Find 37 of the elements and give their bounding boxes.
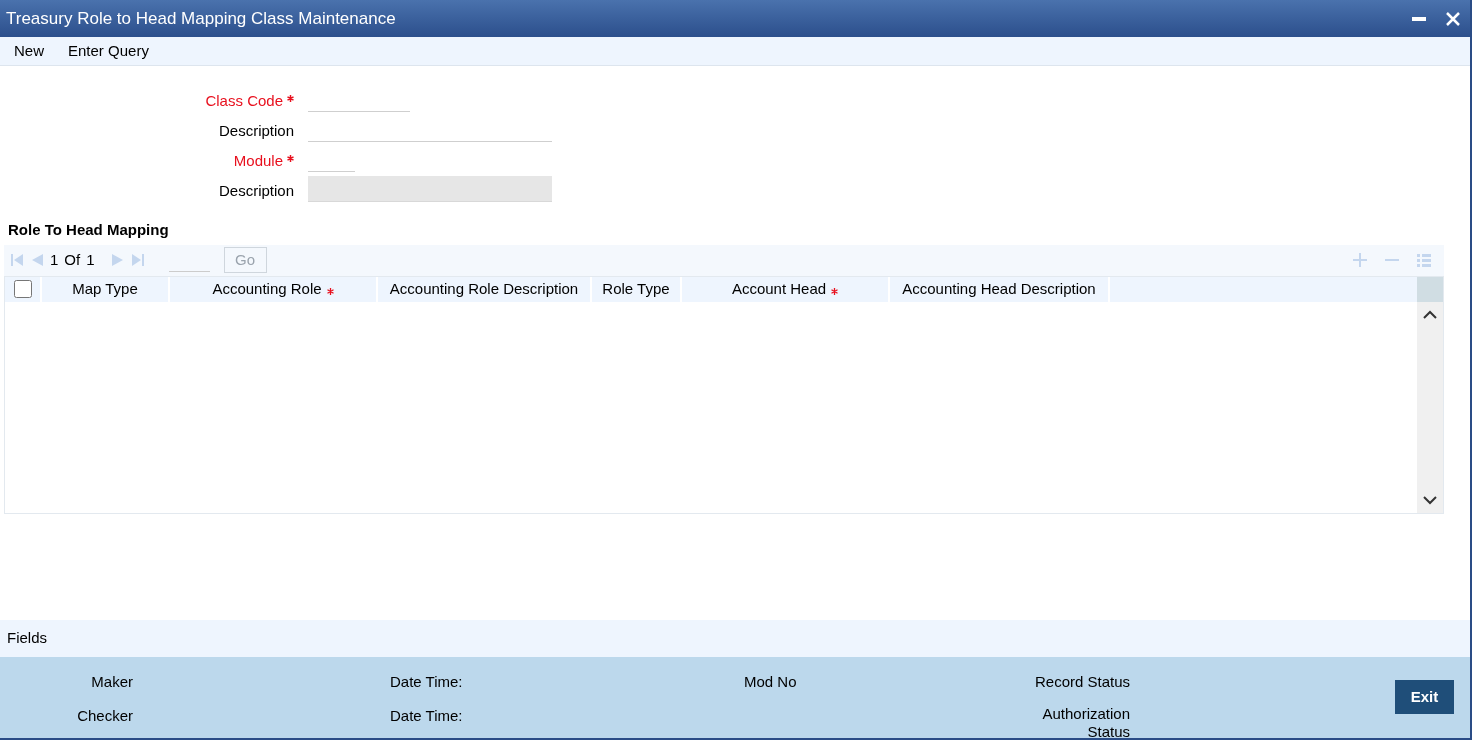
list-icon[interactable] (1416, 252, 1432, 268)
page-of-label: Of (64, 249, 81, 270)
required-icon (326, 287, 334, 295)
toolbar-button[interactable]: New (14, 39, 44, 63)
fields-link[interactable]: Fields (7, 627, 47, 650)
field-label: Module (233, 150, 283, 171)
scroll-up-icon[interactable] (1423, 309, 1437, 319)
authorization-status-label: Authorization Status (1041, 704, 1130, 740)
minimize-icon[interactable] (1412, 16, 1426, 21)
toolbar-button[interactable]: Enter Query (68, 39, 149, 63)
field-label: Description (218, 120, 294, 141)
page-total: 1 (86, 249, 95, 270)
maker-label: Maker (91, 672, 133, 692)
scroll-down-icon[interactable] (1423, 495, 1437, 505)
scrollbar[interactable] (1417, 276, 1443, 513)
field-label: Description (218, 180, 294, 201)
window-title: Treasury Role to Head Mapping Class Maintenance (6, 7, 396, 30)
record-status-label: Record Status (1034, 672, 1130, 692)
required-icon (831, 287, 839, 295)
previous-page-icon[interactable] (30, 253, 44, 267)
close-icon[interactable] (1446, 11, 1460, 26)
scrollbar-header (1417, 276, 1443, 302)
first-page-icon[interactable] (10, 253, 24, 267)
next-page-icon[interactable] (110, 253, 125, 267)
select-all-checkbox[interactable] (13, 280, 32, 298)
required-icon (287, 155, 294, 162)
required-icon (287, 95, 294, 102)
checker-label: Checker (77, 705, 133, 726)
mod-no-label: Mod No (744, 673, 797, 690)
page-number: 1 (50, 249, 59, 270)
exit-button[interactable]: Exit (1395, 680, 1454, 714)
date-time-label: Date Time: (390, 672, 464, 692)
add-row-icon[interactable] (1352, 252, 1368, 268)
section-title: Role To Head Mapping (8, 221, 169, 238)
date-time-label: Date Time: (390, 705, 464, 726)
field-label: Class Code (205, 90, 283, 111)
last-page-icon[interactable] (130, 253, 145, 267)
